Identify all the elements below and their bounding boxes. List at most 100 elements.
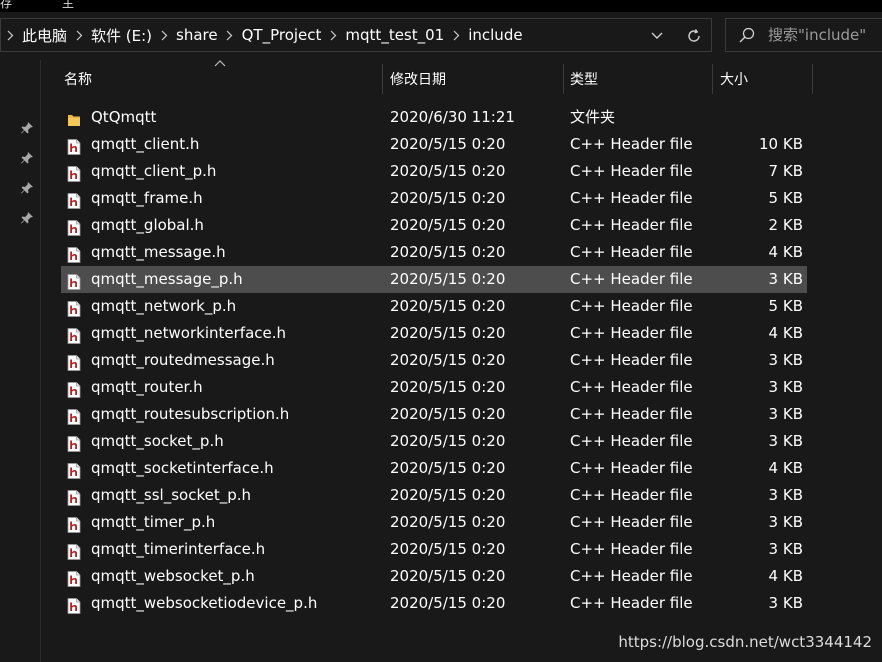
- file-name: qmqtt_socketinterface.h: [91, 459, 274, 477]
- breadcrumb-item[interactable]: 软件 (E:): [88, 25, 155, 46]
- chevron-right-icon[interactable]: [155, 19, 173, 51]
- header-file-icon: [67, 245, 81, 263]
- file-row[interactable]: qmqtt_timer_p.h 2020/5/15 0:20 C++ Header …: [61, 509, 807, 536]
- file-name: qmqtt_global.h: [91, 216, 204, 234]
- file-size: 5 KB: [768, 297, 803, 315]
- file-date-modified: 2020/5/15 0:20: [390, 486, 506, 504]
- breadcrumb-item[interactable]: share: [173, 26, 221, 44]
- column-header-size[interactable]: 大小: [714, 62, 812, 96]
- breadcrumb: 此电脑 软件 (E:) share QT_Project mqtt_test_01 inc…: [1, 19, 526, 51]
- file-type: 文件夹: [570, 108, 616, 126]
- breadcrumb-item[interactable]: 此电脑: [19, 25, 70, 46]
- breadcrumb-item[interactable]: QT_Project: [239, 26, 325, 44]
- file-type: C++ Header file: [570, 189, 693, 207]
- ribbon-fragment: 主: [62, 0, 75, 10]
- file-size: 3 KB: [768, 540, 803, 558]
- column-header-name[interactable]: 名称: [58, 62, 382, 96]
- file-row[interactable]: qmqtt_websocket_p.h 2020/5/15 0:20 C++ Hea…: [61, 563, 807, 590]
- header-file-icon: [67, 137, 81, 155]
- column-divider[interactable]: [812, 64, 813, 94]
- header-file-icon: [67, 542, 81, 560]
- file-row[interactable]: qmqtt_networkinterface.h 2020/5/15 0:20 C+…: [61, 320, 807, 347]
- breadcrumb-item[interactable]: include: [465, 26, 525, 44]
- file-date-modified: 2020/6/30 11:21: [390, 108, 515, 126]
- header-file-icon: [67, 434, 81, 452]
- file-type: C++ Header file: [570, 432, 693, 450]
- file-row[interactable]: qmqtt_ssl_socket_p.h 2020/5/15 0:20 C++ He…: [61, 482, 807, 509]
- file-size: 4 KB: [768, 459, 803, 477]
- file-row[interactable]: qmqtt_global.h 2020/5/15 0:20 C++ Header f…: [61, 212, 807, 239]
- file-row[interactable]: qmqtt_message.h 2020/5/15 0:20 C++ Header …: [61, 239, 807, 266]
- header-file-icon: [67, 515, 81, 533]
- file-name: qmqtt_client_p.h: [91, 162, 217, 180]
- file-type: C++ Header file: [570, 405, 693, 423]
- file-row[interactable]: qmqtt_network_p.h 2020/5/15 0:20 C++ Heade…: [61, 293, 807, 320]
- file-size: 3 KB: [768, 378, 803, 396]
- ribbon-fragment: 存: [0, 0, 13, 10]
- column-header-type[interactable]: 类型: [564, 62, 712, 96]
- file-date-modified: 2020/5/15 0:20: [390, 405, 506, 423]
- file-size: 3 KB: [768, 351, 803, 369]
- chevron-right-icon[interactable]: [70, 19, 88, 51]
- navigation-pane: [0, 60, 41, 662]
- file-row[interactable]: qmqtt_socket_p.h 2020/5/15 0:20 C++ Header…: [61, 428, 807, 455]
- file-row[interactable]: qmqtt_routesubscription.h 2020/5/15 0:20 C…: [61, 401, 807, 428]
- header-file-icon: [67, 353, 81, 371]
- file-row[interactable]: qmqtt_socketinterface.h 2020/5/15 0:20 C++…: [61, 455, 807, 482]
- pin-icon[interactable]: [20, 121, 34, 135]
- address-row: 此电脑 软件 (E:) share QT_Project mqtt_test_01 inc…: [0, 12, 882, 60]
- file-date-modified: 2020/5/15 0:20: [390, 351, 506, 369]
- file-date-modified: 2020/5/15 0:20: [390, 540, 506, 558]
- column-header-label: 修改日期: [390, 72, 446, 88]
- column-divider[interactable]: [712, 64, 713, 94]
- file-size: 3 KB: [768, 432, 803, 450]
- file-date-modified: 2020/5/15 0:20: [390, 594, 506, 612]
- file-type: C++ Header file: [570, 270, 693, 288]
- file-date-modified: 2020/5/15 0:20: [390, 189, 506, 207]
- header-file-icon: [67, 218, 81, 236]
- file-date-modified: 2020/5/15 0:20: [390, 513, 506, 531]
- file-row[interactable]: qmqtt_websocketiodevice_p.h 2020/5/15 0:2…: [61, 590, 807, 617]
- file-row[interactable]: qmqtt_client.h 2020/5/15 0:20 C++ Header f…: [61, 131, 807, 158]
- refresh-button[interactable]: [681, 25, 707, 47]
- file-row[interactable]: qmqtt_message_p.h 2020/5/15 0:20 C++ Heade…: [61, 266, 807, 293]
- address-bar[interactable]: 此电脑 软件 (E:) share QT_Project mqtt_test_01 inc…: [0, 18, 712, 52]
- file-date-modified: 2020/5/15 0:20: [390, 297, 506, 315]
- pin-icon[interactable]: [20, 181, 34, 195]
- file-size: 4 KB: [768, 243, 803, 261]
- file-name: qmqtt_ssl_socket_p.h: [91, 486, 252, 504]
- file-size: 3 KB: [768, 513, 803, 531]
- pin-icon[interactable]: [20, 211, 34, 225]
- header-file-icon: [67, 164, 81, 182]
- search-input[interactable]: [768, 26, 878, 44]
- address-history-dropdown[interactable]: [647, 27, 667, 45]
- chevron-right-icon[interactable]: [221, 19, 239, 51]
- file-type: C++ Header file: [570, 162, 693, 180]
- chevron-down-icon: [651, 32, 663, 39]
- file-type: C++ Header file: [570, 243, 693, 261]
- file-name: qmqtt_websocketiodevice_p.h: [91, 594, 318, 612]
- file-name: qmqtt_routesubscription.h: [91, 405, 290, 423]
- file-date-modified: 2020/5/15 0:20: [390, 459, 506, 477]
- search-box[interactable]: [725, 18, 882, 52]
- file-row[interactable]: qmqtt_client_p.h 2020/5/15 0:20 C++ Header…: [61, 158, 807, 185]
- chevron-right-icon[interactable]: [324, 19, 342, 51]
- file-row[interactable]: qmqtt_routedmessage.h 2020/5/15 0:20 C++ H…: [61, 347, 807, 374]
- column-header-date[interactable]: 修改日期: [384, 62, 563, 96]
- file-row[interactable]: qmqtt_frame.h 2020/5/15 0:20 C++ Header fi…: [61, 185, 807, 212]
- search-icon: [738, 25, 758, 45]
- file-size: 4 KB: [768, 567, 803, 585]
- pin-icon[interactable]: [20, 151, 34, 165]
- column-divider[interactable]: [382, 64, 383, 94]
- file-row[interactable]: qmqtt_timerinterface.h 2020/5/15 0:20 C++ …: [61, 536, 807, 563]
- header-file-icon: [67, 326, 81, 344]
- file-date-modified: 2020/5/15 0:20: [390, 216, 506, 234]
- file-size: 7 KB: [768, 162, 803, 180]
- file-type: C++ Header file: [570, 513, 693, 531]
- file-row[interactable]: QtQmqtt 2020/6/30 11:21 文件夹: [61, 104, 807, 131]
- breadcrumb-item[interactable]: mqtt_test_01: [342, 26, 447, 44]
- file-row[interactable]: qmqtt_router.h 2020/5/15 0:20 C++ Header f…: [61, 374, 807, 401]
- chevron-right-icon[interactable]: [447, 19, 465, 51]
- chevron-right-icon[interactable]: [1, 19, 19, 51]
- file-name: qmqtt_router.h: [91, 378, 203, 396]
